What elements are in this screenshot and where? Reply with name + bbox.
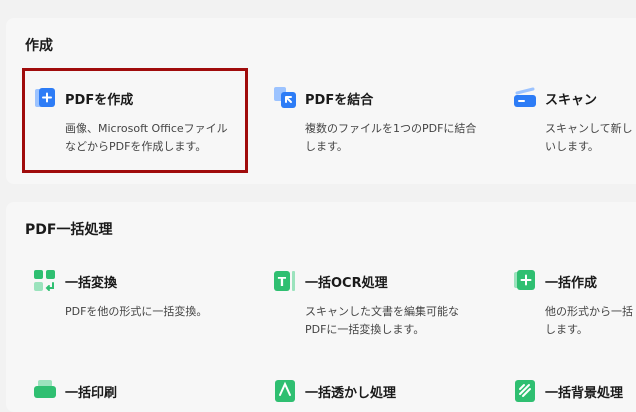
card-description: 他の形式から一括​します。 — [545, 305, 633, 336]
section-title-create: 作成 — [25, 38, 53, 54]
selection-highlight — [22, 68, 248, 173]
card-description: スキャンして新しい​します。 — [545, 122, 633, 153]
batch-ocr-icon: T — [274, 271, 295, 291]
batch-watermark-icon — [275, 380, 295, 402]
section-title-batch: PDF一括処理 — [25, 222, 113, 238]
card-title: 一括印刷 — [65, 386, 118, 401]
batch-create-icon — [514, 270, 535, 290]
card-title: PDFを結合 — [305, 93, 374, 108]
card-title: 一括作成 — [545, 276, 598, 291]
card-description: スキャンした文書を編集可能なPDFに一括変換します。 — [305, 305, 459, 336]
card-title: 一括変換 — [65, 276, 118, 291]
batch-print-icon — [34, 380, 56, 398]
merge-pdf-icon — [274, 87, 296, 108]
card-title: 一括透かし処理 — [305, 386, 397, 401]
scanner-icon — [514, 87, 536, 107]
batch-background-icon — [515, 380, 535, 402]
card-title: 一括OCR処理 — [305, 276, 388, 291]
card-description: PDFを他の形式に一括変換。 — [65, 305, 208, 318]
batch-convert-icon — [34, 270, 55, 291]
svg-text:T: T — [278, 275, 287, 289]
card-title: 一括背景処理 — [545, 386, 624, 401]
card-description: 複数のファイルを1つのPDFに結合します。 — [305, 122, 477, 153]
card-title: スキャン — [545, 93, 598, 108]
